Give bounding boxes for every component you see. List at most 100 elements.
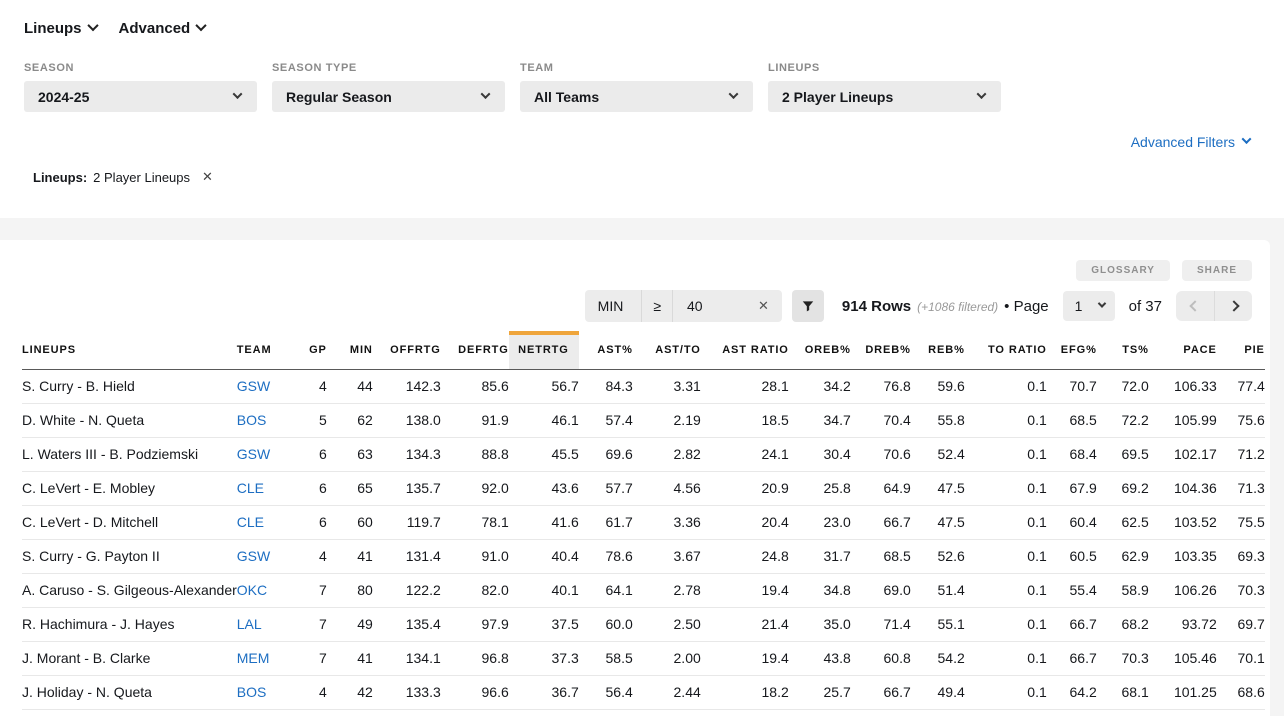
advanced-dropdown[interactable]: Advanced <box>119 20 206 37</box>
lineups-size-filter: LINEUPS 2 Player Lineups <box>768 62 1001 112</box>
table-row: R. Hachimura - J. HayesLAL749135.497.937… <box>22 607 1265 641</box>
stats-card: GLOSSARY SHARE MIN ≥ 40 ✕ 914 Rows (+108… <box>0 240 1270 716</box>
column-header-reb-[interactable]: REB% <box>911 331 965 369</box>
column-header-pace[interactable]: PACE <box>1149 331 1217 369</box>
stat-cell: 71.2 <box>1217 437 1265 471</box>
stat-cell: 61.7 <box>579 505 633 539</box>
column-header-efg-[interactable]: EFG% <box>1047 331 1097 369</box>
team-link[interactable]: BOS <box>237 684 267 700</box>
column-header-lineups[interactable]: LINEUPS <box>22 331 237 369</box>
column-header-ast-ratio[interactable]: AST RATIO <box>701 331 789 369</box>
team-link[interactable]: BOS <box>237 412 267 428</box>
stat-cell: 142.3 <box>373 369 441 403</box>
stat-cell: 75.5 <box>1217 505 1265 539</box>
pager <box>1176 291 1252 321</box>
stat-cell: 106.26 <box>1149 573 1217 607</box>
column-header-ast-to[interactable]: AST/TO <box>633 331 701 369</box>
filter-funnel-button[interactable] <box>792 290 824 322</box>
advanced-dropdown-label: Advanced <box>119 20 191 37</box>
lineup-name: J. Morant - B. Clarke <box>22 641 237 675</box>
stat-cell: 69.7 <box>1217 607 1265 641</box>
team-link[interactable]: OKC <box>237 582 267 598</box>
quick-filter-clear-icon[interactable]: ✕ <box>745 290 782 322</box>
stat-cell: 60 <box>327 505 373 539</box>
stat-cell: 91.9 <box>441 403 509 437</box>
stat-cell: 2.50 <box>633 607 701 641</box>
column-header-team[interactable]: TEAM <box>237 331 289 369</box>
stat-cell: 3.31 <box>633 369 701 403</box>
season-type-select[interactable]: Regular Season <box>272 81 505 112</box>
stat-cell: 70.1 <box>1217 641 1265 675</box>
active-filter-chip: Lineups: 2 Player Lineups ✕ <box>33 169 213 185</box>
glossary-button[interactable]: GLOSSARY <box>1076 260 1170 281</box>
stat-cell: 20.4 <box>701 505 789 539</box>
stat-cell: 84.3 <box>579 369 633 403</box>
chip-remove-icon[interactable]: ✕ <box>202 169 213 185</box>
team-link[interactable]: CLE <box>237 480 264 496</box>
team-link[interactable]: GSW <box>237 446 270 462</box>
stat-cell: 6 <box>289 471 327 505</box>
chevron-right-icon <box>1228 300 1239 311</box>
lineups-dropdown[interactable]: Lineups <box>24 20 97 37</box>
column-header-gp[interactable]: GP <box>289 331 327 369</box>
column-header-pie[interactable]: PIE <box>1217 331 1265 369</box>
column-header-to-ratio[interactable]: TO RATIO <box>965 331 1047 369</box>
season-filter: SEASON 2024-25 <box>24 62 257 112</box>
total-pages: of 37 <box>1129 298 1162 315</box>
filter-row: SEASON 2024-25 SEASON TYPE Regular Seaso… <box>24 62 1001 112</box>
column-header-ts-[interactable]: TS% <box>1097 331 1149 369</box>
lineup-name: A. Caruso - S. Gilgeous-Alexander <box>22 573 237 607</box>
chevron-down-icon <box>977 89 987 99</box>
lineups-stats-table: LINEUPSTEAMGPMINOFFRTGDEFRTGNETRTGAST%AS… <box>22 331 1265 710</box>
column-header-min[interactable]: MIN <box>327 331 373 369</box>
quick-filter-value-input[interactable]: 40 <box>673 290 745 322</box>
stat-cell: 68.1 <box>1097 675 1149 709</box>
stat-cell: 76.8 <box>851 369 911 403</box>
table-row: J. Morant - B. ClarkeMEM741134.196.837.3… <box>22 641 1265 675</box>
next-page-button[interactable] <box>1214 291 1252 321</box>
team-link[interactable]: CLE <box>237 514 264 530</box>
share-button[interactable]: SHARE <box>1182 260 1252 281</box>
stat-cell: 105.99 <box>1149 403 1217 437</box>
stat-cell: 43.8 <box>789 641 851 675</box>
stat-cell: 31.7 <box>789 539 851 573</box>
stat-cell: 3.36 <box>633 505 701 539</box>
stat-cell: 122.2 <box>373 573 441 607</box>
column-header-oreb-[interactable]: OREB% <box>789 331 851 369</box>
stat-cell: 43.6 <box>509 471 579 505</box>
stat-cell: 55.4 <box>1047 573 1097 607</box>
stat-cell: 41 <box>327 641 373 675</box>
column-header-netrtg[interactable]: NETRTG <box>509 331 579 369</box>
advanced-filters-toggle[interactable]: Advanced Filters <box>1131 134 1250 150</box>
team-link[interactable]: LAL <box>237 616 262 632</box>
page-select[interactable]: 1 <box>1063 291 1115 321</box>
quick-filter-operator[interactable]: ≥ <box>642 290 673 322</box>
previous-page-button[interactable] <box>1176 291 1214 321</box>
stat-cell: 59.6 <box>911 369 965 403</box>
lineups-stats-page: Lineups Advanced SEASON 2024-25 SEASON T… <box>0 0 1284 716</box>
lineups-size-select[interactable]: 2 Player Lineups <box>768 81 1001 112</box>
team-select[interactable]: All Teams <box>520 81 753 112</box>
stat-cell: 5 <box>289 403 327 437</box>
chevron-down-icon <box>1097 299 1105 307</box>
team-link[interactable]: GSW <box>237 548 270 564</box>
table-toolbar: MIN ≥ 40 ✕ 914 Rows (+1086 filtered) • P… <box>585 290 1252 322</box>
stat-cell: 18.5 <box>701 403 789 437</box>
stat-cell: 0.1 <box>965 675 1047 709</box>
season-select[interactable]: 2024-25 <box>24 81 257 112</box>
stat-cell: 106.33 <box>1149 369 1217 403</box>
column-header-offrtg[interactable]: OFFRTG <box>373 331 441 369</box>
column-header-ast-[interactable]: AST% <box>579 331 633 369</box>
team-link[interactable]: GSW <box>237 378 270 394</box>
team-link[interactable]: MEM <box>237 650 270 666</box>
column-header-dreb-[interactable]: DREB% <box>851 331 911 369</box>
stat-cell: 72.2 <box>1097 403 1149 437</box>
column-header-defrtg[interactable]: DEFRTG <box>441 331 509 369</box>
stat-cell: 52.6 <box>911 539 965 573</box>
stat-cell: 3.67 <box>633 539 701 573</box>
quick-filter-field[interactable]: MIN <box>585 290 643 322</box>
team-filter-label: TEAM <box>520 62 753 74</box>
lineup-name: C. LeVert - E. Mobley <box>22 471 237 505</box>
stat-cell: 21.4 <box>701 607 789 641</box>
stat-cell: 77.4 <box>1217 369 1265 403</box>
